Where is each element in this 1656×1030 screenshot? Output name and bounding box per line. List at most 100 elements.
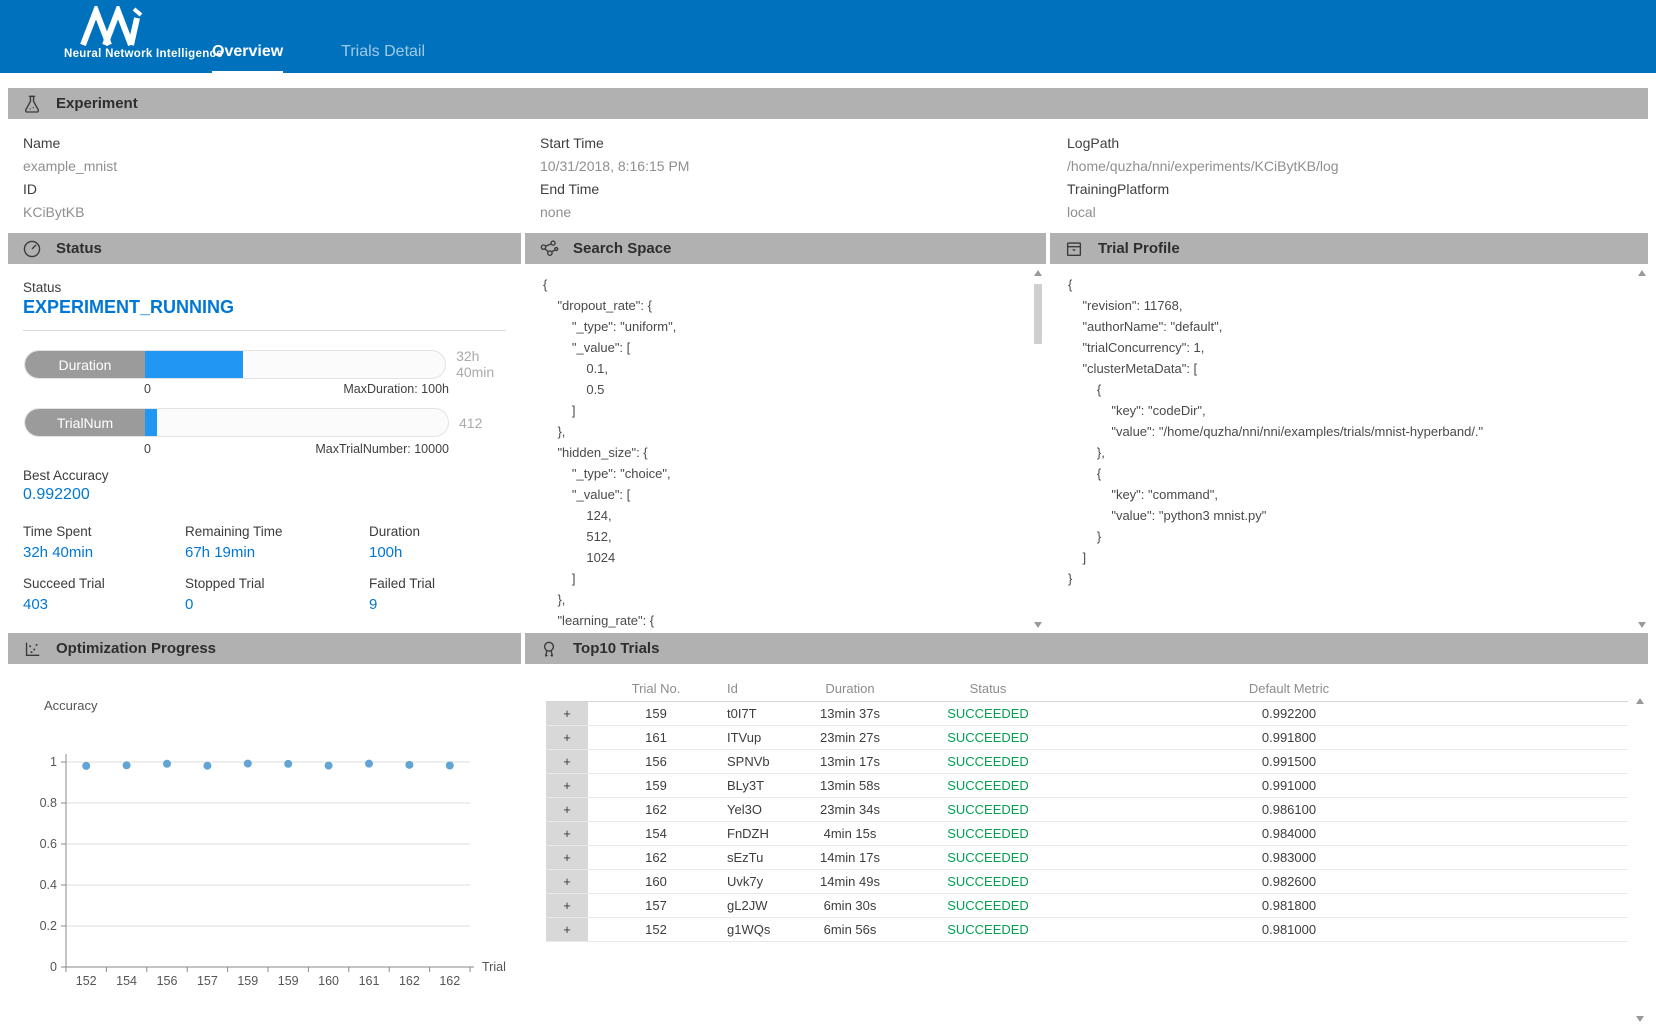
search-space-scrollbar[interactable] xyxy=(1032,270,1044,628)
table-rows-container: +159t0I7T13min 37sSUCCEEDED0.992200+161I… xyxy=(525,702,1628,942)
top10-scrollbar[interactable] xyxy=(1634,698,1646,1022)
expand-row-button[interactable]: + xyxy=(546,918,588,941)
table-row: +157gL2JW6min 30sSUCCEEDED0.981800 xyxy=(546,894,1628,918)
expand-row-button[interactable]: + xyxy=(546,870,588,893)
best-accuracy-value: 0.992200 xyxy=(23,486,90,504)
scrollbar-up-arrow[interactable] xyxy=(1638,270,1646,276)
app-header: Neural Network Intelligence Overview Tri… xyxy=(0,0,1656,73)
expand-row-button[interactable]: + xyxy=(546,726,588,749)
cell-default-metric: 0.981000 xyxy=(1064,922,1514,937)
column-header-status: Status xyxy=(912,681,1064,696)
cell-status: SUCCEEDED xyxy=(912,922,1064,937)
tab-overview[interactable]: Overview xyxy=(212,43,283,73)
expand-row-button[interactable]: + xyxy=(546,774,588,797)
scrollbar-up-arrow[interactable] xyxy=(1034,270,1042,276)
start-time-value: 10/31/2018, 8:16:15 PM xyxy=(540,154,689,177)
cell-default-metric: 0.991500 xyxy=(1064,754,1514,769)
optimization-section-title: Optimization Progress xyxy=(56,640,216,657)
cell-duration: 23min 34s xyxy=(788,802,912,817)
table-row: +159t0I7T13min 37sSUCCEEDED0.992200 xyxy=(546,702,1628,726)
duration-value-text: 32h 40min xyxy=(456,348,521,380)
trialnum-bar-fill xyxy=(145,409,157,436)
cell-status: SUCCEEDED xyxy=(912,898,1064,913)
experiment-section-title: Experiment xyxy=(56,95,138,112)
top10-trials-panel: Top10 Trials Trial No. Id Duration Statu… xyxy=(525,633,1648,1030)
status-value: EXPERIMENT_RUNNING xyxy=(23,297,234,318)
status-stats-grid: Time Spent 32h 40min Remaining Time 67h … xyxy=(23,524,519,613)
column-header-trial-no: Trial No. xyxy=(588,681,724,696)
chart-point xyxy=(284,760,292,768)
experiment-path-group: LogPath /home/quzha/nni/experiments/KCiB… xyxy=(1067,131,1339,223)
cell-duration: 13min 58s xyxy=(788,778,912,793)
expand-row-button[interactable]: + xyxy=(546,894,588,917)
table-header-row: Trial No. Id Duration Status Default Met… xyxy=(546,676,1628,702)
table-row: +152g1WQs6min 56sSUCCEEDED0.981000 xyxy=(546,918,1628,942)
x-tick-label: 162 xyxy=(439,974,460,988)
cell-duration: 6min 30s xyxy=(788,898,912,913)
name-label: Name xyxy=(23,131,117,154)
column-header-id: Id xyxy=(724,681,788,696)
x-tick-label: 162 xyxy=(399,974,420,988)
expand-row-button[interactable]: + xyxy=(546,750,588,773)
x-tick-label: 156 xyxy=(157,974,178,988)
status-panel-body: Status EXPERIMENT_RUNNING Duration 32h 4… xyxy=(8,264,521,632)
cell-trial-no: 152 xyxy=(588,922,724,937)
trialnum-bar-scale: 0 MaxTrialNumber: 10000 xyxy=(144,442,449,456)
scrollbar-thumb[interactable] xyxy=(1034,284,1042,344)
x-axis-label: Trial xyxy=(482,960,506,974)
flask-icon xyxy=(22,94,42,114)
top10-section-bar: Top10 Trials xyxy=(525,633,1648,664)
tab-trials-detail[interactable]: Trials Detail xyxy=(341,43,425,73)
cell-duration: 13min 17s xyxy=(788,754,912,769)
expand-row-button[interactable]: + xyxy=(546,822,588,845)
cell-trial-no: 162 xyxy=(588,802,724,817)
cell-status: SUCCEEDED xyxy=(912,850,1064,865)
log-path-value: /home/quzha/nni/experiments/KCiBytKB/log xyxy=(1067,154,1339,177)
name-value: example_mnist xyxy=(23,154,117,177)
nav-tabs: Overview Trials Detail xyxy=(212,0,425,73)
table-row: +159BLy3T13min 58sSUCCEEDED0.991000 xyxy=(546,774,1628,798)
stat-succeed-trial: Succeed Trial 403 xyxy=(23,576,185,613)
expand-row-button[interactable]: + xyxy=(546,702,588,725)
molecule-icon xyxy=(539,239,559,259)
table-row: +162sEzTu14min 17sSUCCEEDED0.983000 xyxy=(546,846,1628,870)
nni-dashboard: Neural Network Intelligence Overview Tri… xyxy=(0,0,1656,1030)
chart-point xyxy=(163,760,171,768)
chart-point xyxy=(446,761,454,769)
cell-status: SUCCEEDED xyxy=(912,730,1064,745)
x-tick-label: 152 xyxy=(76,974,97,988)
cell-duration: 14min 17s xyxy=(788,850,912,865)
expand-row-button[interactable]: + xyxy=(546,798,588,821)
x-tick-label: 159 xyxy=(237,974,258,988)
cell-default-metric: 0.991000 xyxy=(1064,778,1514,793)
cell-trial-no: 157 xyxy=(588,898,724,913)
scrollbar-down-arrow[interactable] xyxy=(1034,622,1042,628)
status-section-title: Status xyxy=(56,240,102,257)
trialnum-bar-label: TrialNum xyxy=(25,409,145,436)
scrollbar-down-arrow[interactable] xyxy=(1636,1016,1644,1022)
cell-status: SUCCEEDED xyxy=(912,874,1064,889)
y-tick-label: 0.4 xyxy=(40,878,57,892)
scrollbar-down-arrow[interactable] xyxy=(1638,622,1646,628)
x-tick-label: 157 xyxy=(197,974,218,988)
trialnum-min: 0 xyxy=(144,442,151,456)
cell-trial-no: 159 xyxy=(588,778,724,793)
status-divider xyxy=(23,330,506,331)
duration-max: MaxDuration: 100h xyxy=(343,382,449,396)
optimization-chart-svg: Accuracy10.80.60.40.20152154156157159159… xyxy=(8,664,521,1030)
end-time-value: none xyxy=(540,200,689,223)
end-time-label: End Time xyxy=(540,177,689,200)
stat-time-spent: Time Spent 32h 40min xyxy=(23,524,185,561)
y-tick-label: 1 xyxy=(50,755,57,769)
search-space-section-bar: Search Space xyxy=(525,233,1046,264)
trialnum-progress-bar: TrialNum xyxy=(24,408,449,437)
cell-id: g1WQs xyxy=(724,922,788,937)
y-tick-label: 0.6 xyxy=(40,837,57,851)
scrollbar-up-arrow[interactable] xyxy=(1636,698,1644,704)
duration-bar-label: Duration xyxy=(25,351,145,378)
id-value: KCiBytKB xyxy=(23,200,117,223)
expand-row-button[interactable]: + xyxy=(546,846,588,869)
trial-profile-scrollbar[interactable] xyxy=(1636,270,1648,628)
y-axis-label: Accuracy xyxy=(44,698,98,713)
cell-duration: 14min 49s xyxy=(788,874,912,889)
